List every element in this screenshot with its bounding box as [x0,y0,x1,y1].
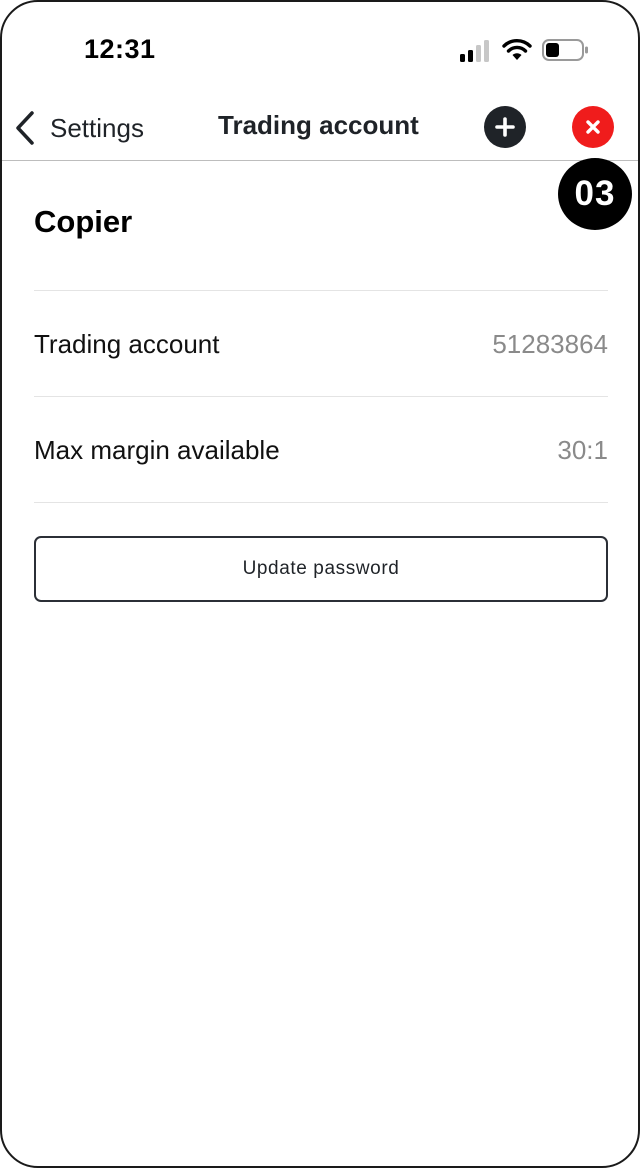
max-margin-label: Max margin available [34,435,280,465]
wifi-icon [502,39,532,60]
back-label: Settings [50,112,144,143]
close-icon [586,120,600,134]
section-title: Copier [34,204,133,239]
back-button[interactable]: Settings [14,108,144,148]
max-margin-value: 30:1 [557,435,608,465]
battery-icon [542,39,588,61]
divider [34,396,608,397]
trading-account-value: 51283864 [492,329,608,359]
plus-icon [495,117,515,137]
status-time: 12:31 [84,34,156,64]
page-title: Trading account [218,110,419,140]
step-badge: 03 [558,158,632,230]
status-bar: 12:31 [2,2,638,98]
phone-screen: 12:31 Settings Trading account 03 Copier… [0,0,640,1168]
update-password-button[interactable]: Update password [34,536,608,602]
signal-icon [460,40,489,62]
add-button[interactable] [484,106,526,148]
nav-bar: Settings Trading account [2,98,638,161]
chevron-left-icon [16,111,34,145]
trading-account-label: Trading account [34,329,220,359]
divider [34,502,608,503]
divider [34,290,608,291]
close-button[interactable] [572,106,614,148]
